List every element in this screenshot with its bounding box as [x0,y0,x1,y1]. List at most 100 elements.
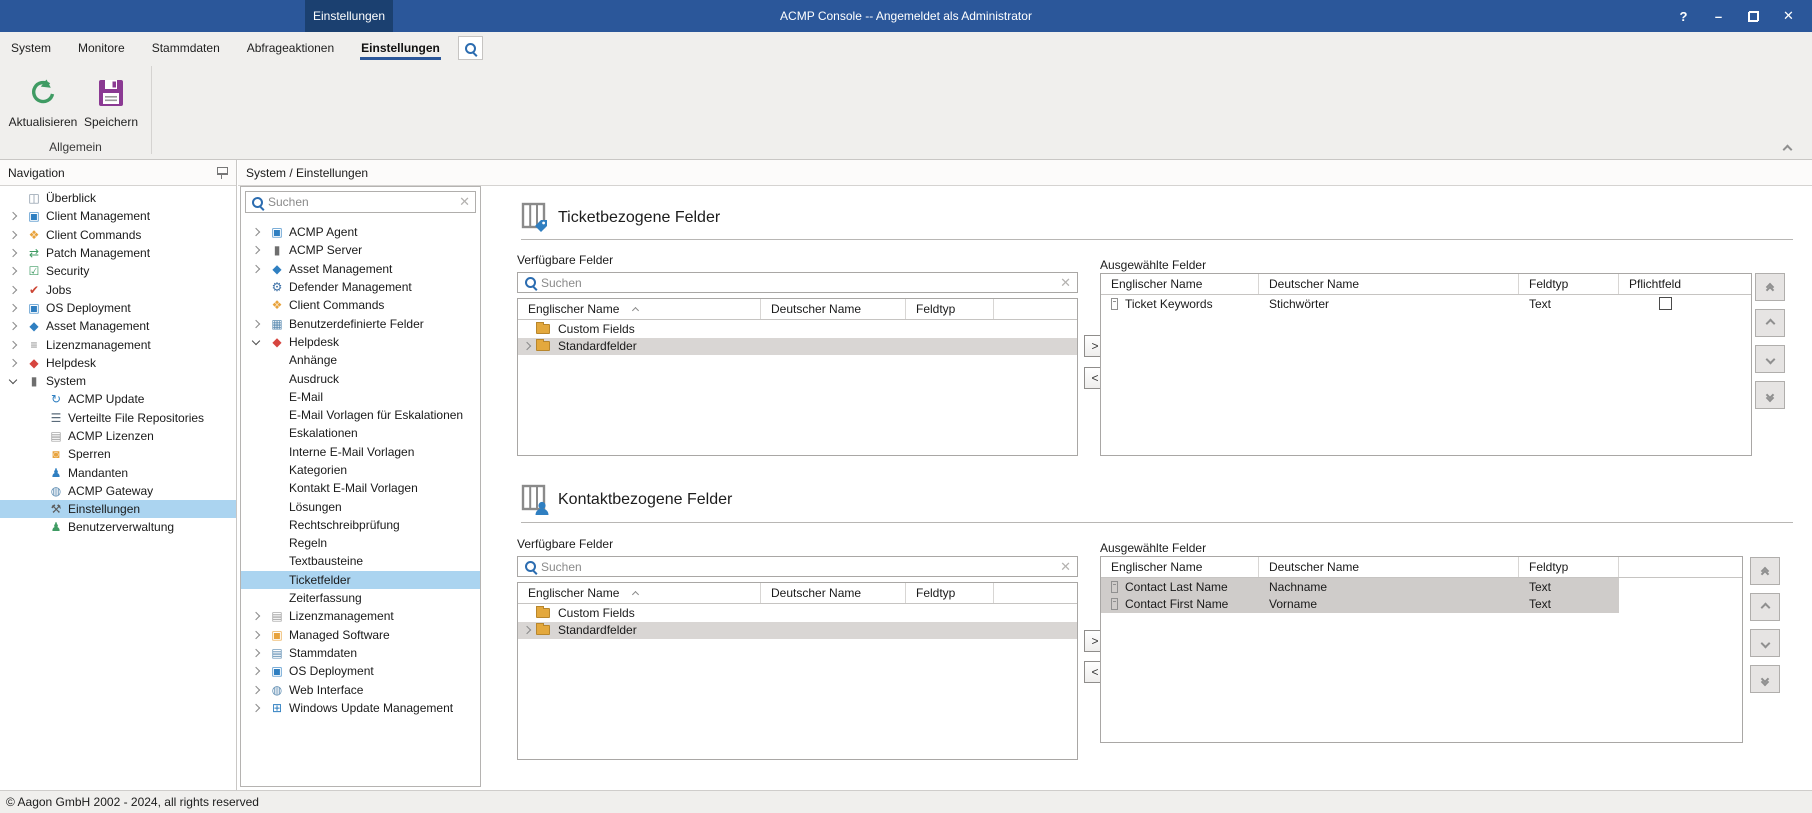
settings-item-interne-e-mail-vorlagen[interactable]: Interne E-Mail Vorlagen [241,443,480,461]
folder-row-standardfelder[interactable]: Standardfelder [518,337,1077,355]
settings-item-asset-management[interactable]: ◆ Asset Management [241,260,480,278]
expander-icon[interactable] [8,283,24,297]
settings-item-os-deployment[interactable]: ▣ OS Deployment [241,662,480,680]
expander-icon[interactable] [8,319,24,333]
settings-item-e-mail-vorlagen-f-r-eskalationen[interactable]: E-Mail Vorlagen für Eskalationen [241,406,480,424]
move-top-button[interactable] [1750,557,1780,585]
settings-item-kontakt-e-mail-vorlagen[interactable]: Kontakt E-Mail Vorlagen [241,479,480,497]
nav-item-sperren[interactable]: ◙ Sperren [0,445,236,463]
expander-icon[interactable] [251,664,267,678]
expander-icon[interactable] [251,225,267,239]
nav-item-patch-management[interactable]: ⇄ Patch Management [0,244,236,262]
column-header-feldtyp[interactable]: Feldtyp [1519,557,1619,577]
refresh-button[interactable]: Aktualisieren [9,68,77,142]
ribbon-collapse-button[interactable] [1782,142,1796,155]
column-header-deutscher-name[interactable]: Deutscher Name [1259,557,1519,577]
folder-row-standardfelder[interactable]: Standardfelder [518,621,1077,639]
folder-row-custom-fields[interactable]: Custom Fields [518,320,1077,338]
nav-item-berblick[interactable]: ◫ Überblick [0,189,236,207]
nav-item-verteilte-file-repositories[interactable]: ☰ Verteilte File Repositories [0,409,236,427]
minimize-button[interactable]: – [1701,0,1736,32]
nav-item-acmp-lizenzen[interactable]: ▤ ACMP Lizenzen [0,427,236,445]
move-up-button[interactable] [1750,593,1780,621]
expander-icon[interactable] [8,338,24,352]
settings-item-e-mail[interactable]: E-Mail [241,388,480,406]
expander-icon[interactable] [251,628,267,642]
settings-item-l-sungen[interactable]: Lösungen [241,497,480,515]
expander-icon[interactable] [251,317,267,331]
nav-item-jobs[interactable]: ✔ Jobs [0,280,236,298]
settings-item-windows-update-management[interactable]: ⊞ Windows Update Management [241,699,480,717]
column-header-englischer-name[interactable]: Englischer Name [518,299,761,319]
nav-item-system[interactable]: ▮ System [0,372,236,390]
folder-row-custom-fields[interactable]: Custom Fields [518,604,1077,622]
expander-icon[interactable] [251,683,267,697]
pin-icon[interactable] [216,166,228,179]
column-header-englischer-name[interactable]: Englischer Name [1101,557,1259,577]
expander-icon[interactable] [8,264,24,278]
ribbon-search-button[interactable] [457,36,483,60]
nav-item-asset-management[interactable]: ◆ Asset Management [0,317,236,335]
settings-item-rechtschreibpr-fung[interactable]: Rechtschreibprüfung [241,516,480,534]
menu-item-abfrageaktionen[interactable]: Abfrageaktionen [246,33,335,63]
field-row-contact-first-name[interactable]: Contact First Name Vorname Text [1101,595,1742,613]
expander-icon[interactable] [251,646,267,660]
settings-item-kategorien[interactable]: Kategorien [241,461,480,479]
move-bottom-button[interactable] [1755,381,1785,409]
settings-search-box[interactable]: Suchen ✕ [245,191,476,213]
settings-item-regeln[interactable]: Regeln [241,534,480,552]
expander-icon[interactable] [8,246,24,260]
move-bottom-button[interactable] [1750,665,1780,693]
settings-item-lizenzmanagement[interactable]: ▤ Lizenzmanagement [241,607,480,625]
menu-item-stammdaten[interactable]: Stammdaten [151,33,221,63]
settings-item-managed-software[interactable]: ▣ Managed Software [241,626,480,644]
settings-item-zeiterfassung[interactable]: Zeiterfassung [241,589,480,607]
move-top-button[interactable] [1755,273,1785,301]
nav-item-acmp-gateway[interactable]: ◍ ACMP Gateway [0,482,236,500]
move-down-button[interactable] [1750,629,1780,657]
settings-item-ticketfelder[interactable]: Ticketfelder [241,570,480,589]
settings-item-anh-nge[interactable]: Anhänge [241,351,480,369]
save-button[interactable]: Speichern [78,68,144,142]
column-header-pflichtfeld[interactable]: Pflichtfeld [1619,274,1751,294]
nav-item-client-commands[interactable]: ❖ Client Commands [0,226,236,244]
restore-button[interactable] [1736,0,1771,32]
titlebar-tab-einstellungen[interactable]: Einstellungen [305,0,393,32]
field-row-ticket-keywords[interactable]: Ticket Keywords Stichwörter Text [1101,295,1751,313]
available-search-box[interactable]: Suchen ✕ [517,556,1078,577]
nav-item-mandanten[interactable]: ♟ Mandanten [0,463,236,481]
nav-item-acmp-update[interactable]: ↻ ACMP Update [0,390,236,408]
column-header-feldtyp[interactable]: Feldtyp [906,299,994,319]
settings-item-textbausteine[interactable]: Textbausteine [241,552,480,570]
column-header-feldtyp[interactable]: Feldtyp [1519,274,1619,294]
nav-item-os-deployment[interactable]: ▣ OS Deployment [0,299,236,317]
expander-icon[interactable] [251,335,267,349]
clear-search-icon[interactable]: ✕ [1060,559,1071,575]
column-header-deutscher-name[interactable]: Deutscher Name [761,299,906,319]
menu-item-einstellungen[interactable]: Einstellungen [360,33,441,63]
column-header-feldtyp[interactable]: Feldtyp [906,583,994,603]
move-down-button[interactable] [1755,345,1785,373]
settings-item-eskalationen[interactable]: Eskalationen [241,424,480,442]
column-header-englischer-name[interactable]: Englischer Name [1101,274,1259,294]
column-header-englischer-name[interactable]: Englischer Name [518,583,761,603]
required-checkbox[interactable] [1659,297,1672,311]
settings-item-acmp-agent[interactable]: ▣ ACMP Agent [241,223,480,241]
expander-icon[interactable] [522,339,536,353]
field-row-contact-last-name[interactable]: Contact Last Name Nachname Text [1101,578,1742,596]
expander-icon[interactable] [251,701,267,715]
nav-item-security[interactable]: ☑ Security [0,262,236,280]
settings-item-helpdesk[interactable]: ◆ Helpdesk [241,333,480,351]
expander-icon[interactable] [8,356,24,370]
settings-item-acmp-server[interactable]: ▮ ACMP Server [241,241,480,259]
expander-icon[interactable] [522,623,536,637]
menu-item-monitore[interactable]: Monitore [77,33,126,63]
settings-item-benutzerdefinierte-felder[interactable]: ▦ Benutzerdefinierte Felder [241,314,480,332]
settings-item-defender-management[interactable]: ⚙ Defender Management [241,278,480,296]
help-button[interactable]: ? [1666,0,1701,32]
expander-icon[interactable] [251,243,267,257]
expander-icon[interactable] [8,209,24,223]
clear-search-icon[interactable]: ✕ [459,194,470,210]
expander-icon[interactable] [251,262,267,276]
nav-item-benutzerverwaltung[interactable]: ♟ Benutzerverwaltung [0,518,236,536]
